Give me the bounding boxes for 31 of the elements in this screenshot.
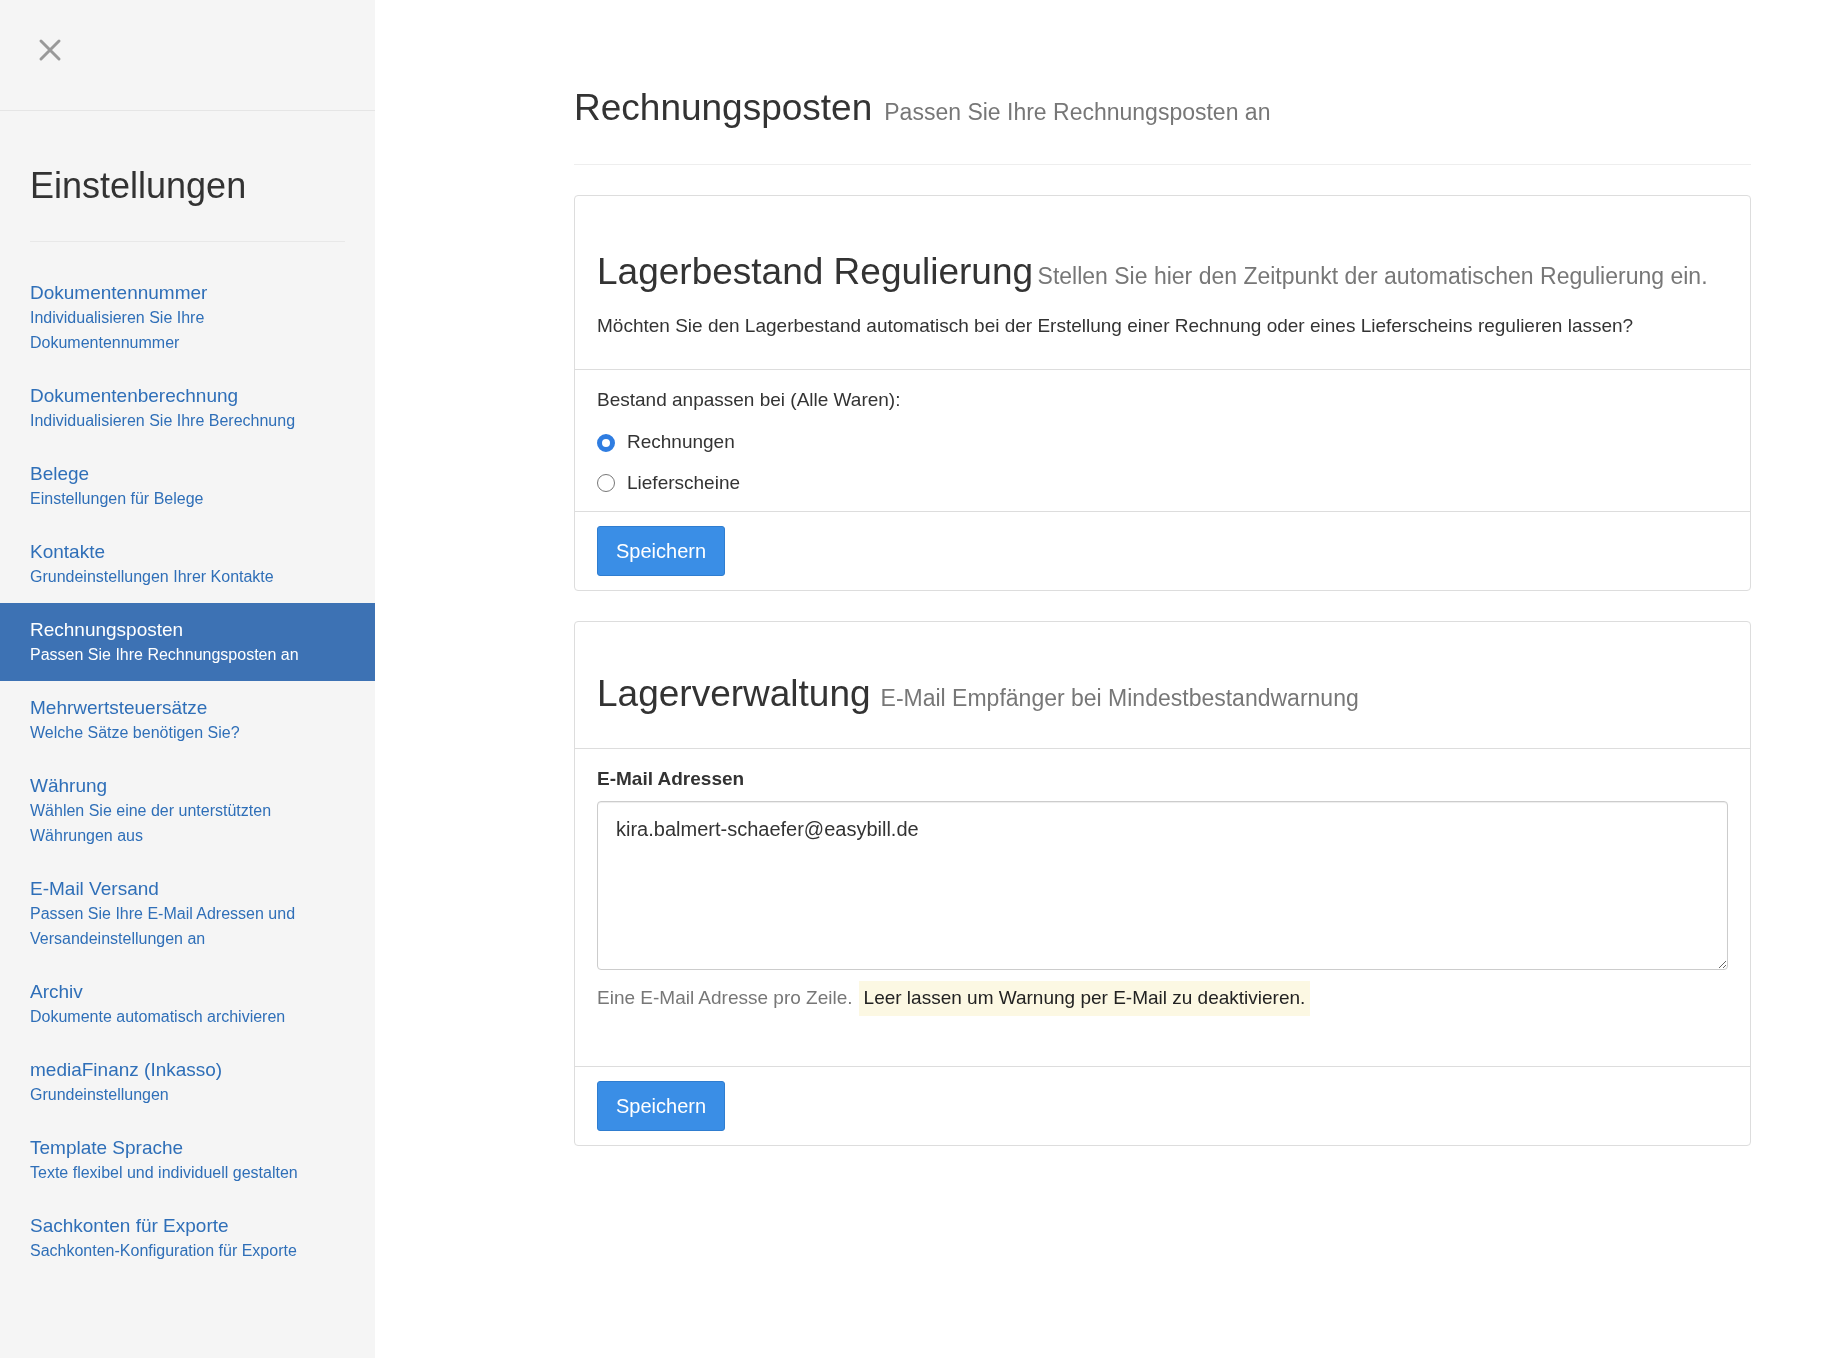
help-text: Eine E-Mail Adresse pro Zeile.: [597, 986, 853, 1011]
sidebar-item[interactable]: Dokumentenberechnung Individualisieren Sie Ihre Berechnung: [0, 369, 375, 447]
sidebar-item[interactable]: Dokumentennummer Individualisieren Sie Ihre Dokumentennummer: [0, 266, 375, 369]
panel-title: Lagerbestand Regulierung: [597, 250, 1034, 292]
radio-option[interactable]: Rechnungen: [597, 428, 1728, 457]
sidebar-item[interactable]: E-Mail Versand Passen Sie Ihre E-Mail Adressen und Versandeinstellungen an: [0, 862, 375, 965]
highlighted-help-text: Leer lassen um Warnung per E-Mail zu deaktivieren.: [858, 981, 1311, 1016]
radio-option[interactable]: Lieferscheine: [597, 468, 1728, 498]
sidebar-item[interactable]: Sachkonten für Exporte Sachkonten-Konfiguration für Exporte: [0, 1199, 375, 1277]
sidebar-item[interactable]: Rechnungsposten Passen Sie Ihre Rechnungsposten an: [0, 603, 375, 681]
sidebar-item[interactable]: Kontakte Grundeinstellungen Ihrer Kontakte: [0, 525, 375, 603]
close-icon: [38, 38, 62, 62]
save-button[interactable]: Speichern: [597, 526, 726, 577]
panel-subtitle: Stellen Sie hier den Zeitpunkt der automatischen Regulierung ein.: [1037, 262, 1708, 289]
page-title: Rechnungsposten: [574, 86, 873, 130]
sidebar-item[interactable]: Währung Wählen Sie eine der unterstützten Währungen aus: [0, 759, 375, 862]
sidebar-item[interactable]: Archiv Dokumente automatisch archivieren: [0, 965, 375, 1043]
question-text: Möchten Sie den Lagerbestand automatisch bei der Erstellung einer Rechnung oder eines Lieferscheins regulieren lassen?: [597, 314, 1635, 339]
sidebar-item[interactable]: Mehrwertsteuersätze Welche Sätze benötigen Sie?: [0, 681, 375, 759]
group-label: Bestand anpassen bei (Alle Waren):: [597, 387, 902, 412]
panel-subtitle: E-Mail Empfänger bei Mindestbestandwarnung: [880, 684, 1359, 714]
sidebar-item[interactable]: Template Sprache Texte flexibel und individuell gestalten: [0, 1121, 375, 1199]
field-label: E-Mail Adressen: [597, 766, 746, 791]
page-subtitle: Passen Sie Ihre Rechnungsposten an: [884, 98, 1271, 127]
panel-title: Lagerverwaltung: [597, 672, 871, 717]
sidebar-item[interactable]: mediaFinanz (Inkasso) Grundeinstellungen: [0, 1043, 375, 1121]
sidebar-title: Einstellungen: [30, 159, 345, 242]
email-addresses-field[interactable]: kira.balmert-schaefer@easybill.de: [597, 801, 1728, 971]
close-button[interactable]: [38, 38, 62, 62]
sidebar-item[interactable]: Belege Einstellungen für Belege: [0, 447, 375, 525]
save-button[interactable]: Speichern: [597, 1080, 726, 1131]
